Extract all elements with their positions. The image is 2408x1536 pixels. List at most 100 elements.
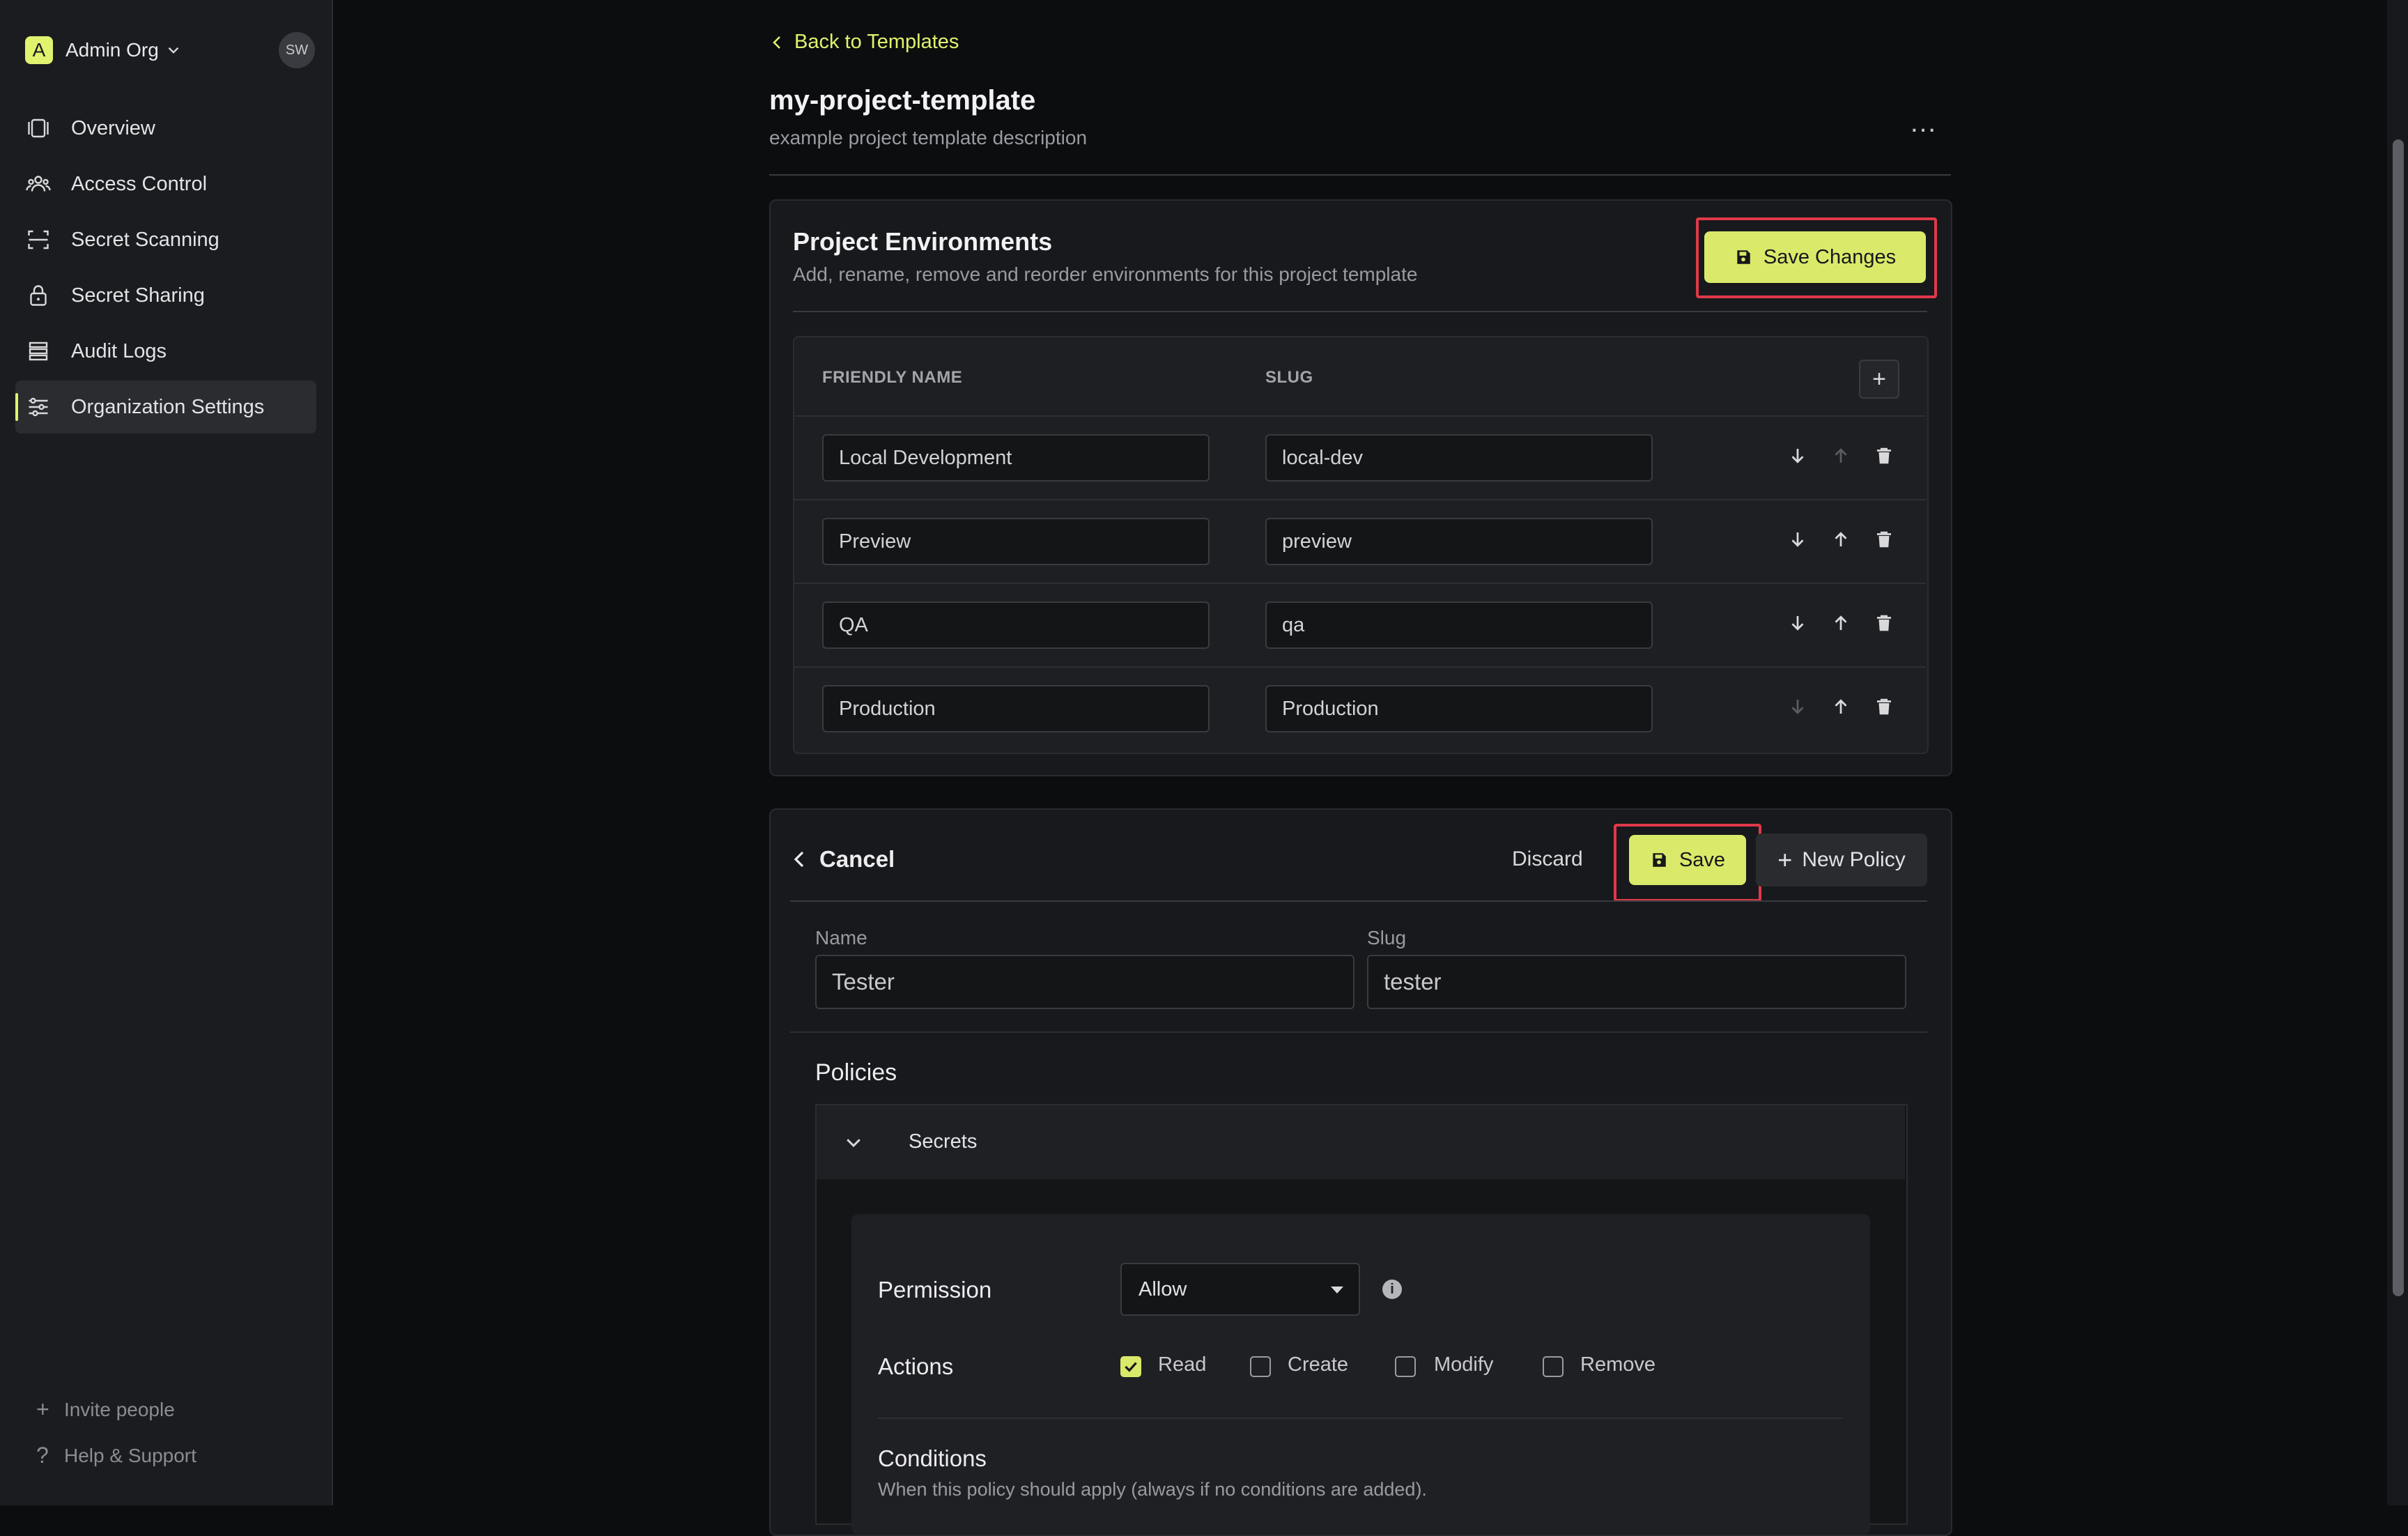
sidebar-item-label: Access Control	[71, 172, 208, 195]
row-divider	[794, 415, 1926, 417]
sidebar: A Admin Org SW Overview Access Control S…	[0, 0, 333, 1505]
lock-icon	[30, 285, 47, 306]
chevron-down-icon	[168, 47, 179, 54]
discard-button[interactable]: Discard	[1512, 847, 1583, 871]
highlight-box	[1614, 824, 1761, 902]
environment-name-input[interactable]: Preview	[822, 518, 1210, 565]
page-title: my-project-template	[769, 85, 1036, 116]
read-checkbox[interactable]	[1120, 1356, 1141, 1377]
scrollbar[interactable]	[2387, 0, 2408, 1505]
plus-icon: +	[1777, 845, 1793, 874]
trash-icon[interactable]	[1870, 693, 1898, 721]
caret-down-icon	[1331, 1287, 1343, 1293]
move-up-icon[interactable]	[1827, 693, 1855, 721]
sidebar-item-audit-logs[interactable]: Audit Logs	[15, 325, 316, 378]
plus-icon: +	[36, 1397, 49, 1422]
invite-people-label: Invite people	[64, 1398, 175, 1420]
sidebar-item-secret-sharing[interactable]: Secret Sharing	[15, 269, 316, 322]
page-description: example project template description	[769, 127, 1088, 148]
section-title: Project Environments	[793, 227, 1053, 256]
environment-slug-input[interactable]: qa	[1265, 601, 1653, 649]
back-label: Back to Templates	[794, 31, 959, 53]
highlight-box	[1696, 217, 1937, 298]
avatar[interactable]: SW	[279, 32, 315, 68]
permission-select[interactable]: Allow	[1120, 1263, 1360, 1316]
modify-checkbox[interactable]	[1395, 1356, 1416, 1377]
scrollbar-thumb[interactable]	[2393, 139, 2404, 1296]
chevron-down-icon[interactable]	[843, 1132, 864, 1153]
row-divider	[794, 666, 1926, 668]
plus-icon: +	[1872, 365, 1886, 392]
move-down-icon[interactable]	[1784, 525, 1812, 553]
sidebar-item-label: Audit Logs	[71, 339, 167, 362]
back-to-templates-link[interactable]: Back to Templates	[769, 31, 959, 54]
environment-name-input[interactable]: Local Development	[822, 434, 1210, 482]
environment-slug-input[interactable]: Production	[1265, 685, 1653, 732]
divider	[878, 1418, 1842, 1419]
divider	[793, 311, 1927, 312]
move-up-icon[interactable]	[1827, 525, 1855, 553]
remove-label: Remove	[1580, 1353, 1656, 1376]
move-up-icon	[1827, 442, 1855, 470]
sidebar-item-secret-scanning[interactable]: Secret Scanning	[15, 213, 316, 266]
role-slug-input[interactable]: tester	[1367, 955, 1906, 1009]
sidebar-item-access-control[interactable]: Access Control	[15, 158, 316, 210]
environment-slug-input[interactable]: preview	[1265, 518, 1653, 565]
role-name-input[interactable]: Tester	[815, 955, 1354, 1009]
permission-value: Allow	[1139, 1277, 1187, 1300]
policies-heading: Policies	[815, 1059, 897, 1086]
column-header-slug: SLUG	[1265, 368, 1313, 387]
org-switcher[interactable]: A Admin Org	[25, 35, 183, 66]
sidebar-item-organization-settings[interactable]: Organization Settings	[15, 381, 316, 433]
help-support-link[interactable]: ? Help & Support	[36, 1443, 196, 1468]
environment-name-input[interactable]: Production	[822, 685, 1210, 732]
sidebar-item-label: Secret Scanning	[71, 228, 219, 251]
info-icon[interactable]: i	[1382, 1280, 1402, 1299]
scan-icon	[28, 230, 49, 249]
environment-slug-input[interactable]: local-dev	[1265, 434, 1653, 482]
cancel-button[interactable]: Cancel	[790, 846, 895, 873]
row-divider	[794, 583, 1926, 584]
new-policy-label: New Policy	[1802, 848, 1906, 871]
add-environment-button[interactable]: +	[1859, 360, 1899, 399]
permission-label: Permission	[878, 1277, 992, 1303]
move-up-icon[interactable]	[1827, 609, 1855, 637]
divider	[790, 900, 1927, 902]
overview-icon	[28, 118, 49, 138]
question-icon: ?	[36, 1443, 49, 1468]
list-icon	[29, 341, 48, 361]
settings-sliders-icon	[29, 397, 48, 417]
read-label: Read	[1158, 1353, 1207, 1376]
policy-section-header[interactable]	[817, 1105, 1905, 1179]
sidebar-item-overview[interactable]: Overview	[15, 102, 316, 155]
trash-icon[interactable]	[1870, 609, 1898, 637]
more-options-icon[interactable]: …	[1909, 109, 1937, 141]
help-support-label: Help & Support	[64, 1444, 196, 1466]
invite-people-link[interactable]: + Invite people	[36, 1397, 175, 1422]
conditions-label: Conditions	[878, 1445, 987, 1471]
chevron-left-icon	[773, 36, 780, 49]
actions-label: Actions	[878, 1353, 954, 1379]
trash-icon[interactable]	[1870, 442, 1898, 470]
create-checkbox[interactable]	[1250, 1356, 1271, 1377]
cancel-label: Cancel	[819, 846, 895, 872]
policy-section-label: Secrets	[909, 1130, 978, 1153]
trash-icon[interactable]	[1870, 525, 1898, 553]
move-down-icon[interactable]	[1784, 442, 1812, 470]
chevron-left-icon	[794, 851, 804, 868]
check-icon	[1125, 1362, 1137, 1372]
divider	[790, 1031, 1927, 1033]
column-header-friendly-name: FRIENDLY NAME	[822, 368, 963, 387]
sidebar-item-label: Organization Settings	[71, 395, 265, 418]
name-label: Name	[815, 927, 867, 949]
environment-name-input[interactable]: QA	[822, 601, 1210, 649]
sidebar-item-label: Overview	[71, 116, 155, 139]
new-policy-button[interactable]: + New Policy	[1756, 834, 1927, 886]
remove-checkbox[interactable]	[1543, 1356, 1564, 1377]
move-down-icon	[1784, 693, 1812, 721]
conditions-description: When this policy should apply (always if…	[878, 1479, 1427, 1500]
move-down-icon[interactable]	[1784, 609, 1812, 637]
users-icon	[26, 176, 51, 192]
modify-label: Modify	[1434, 1353, 1494, 1376]
sidebar-item-label: Secret Sharing	[71, 284, 205, 307]
